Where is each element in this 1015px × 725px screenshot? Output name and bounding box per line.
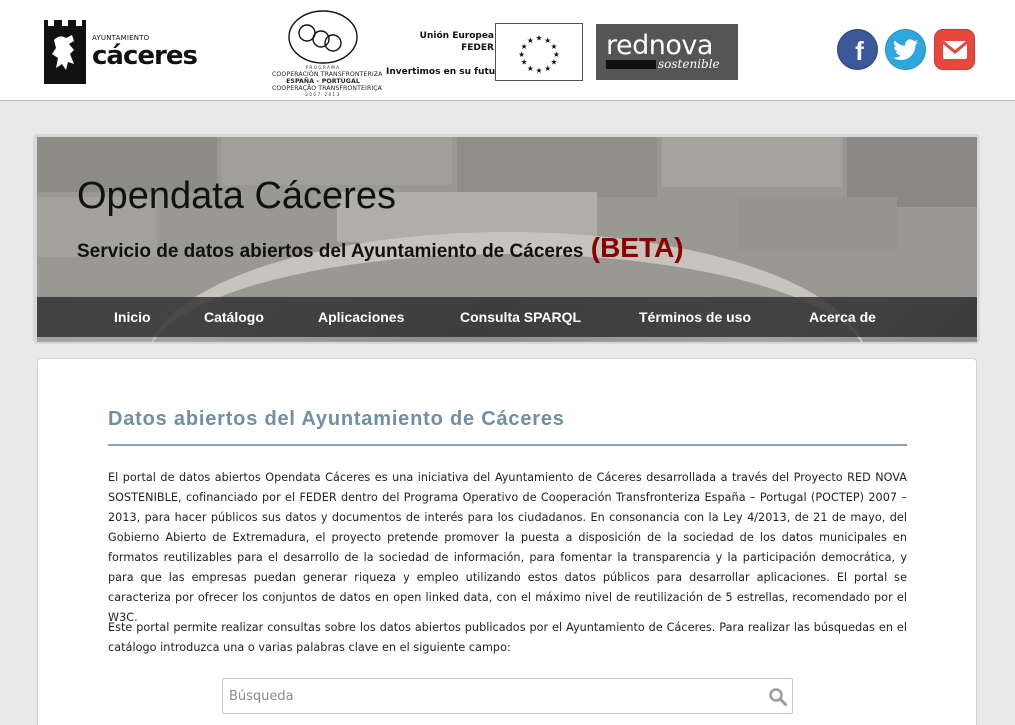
nav-item-aplicaciones[interactable]: Aplicaciones: [318, 297, 404, 337]
poctep-years: 2007-2013: [305, 92, 341, 97]
eu-line2: FEDER: [461, 43, 494, 53]
main-nav: Inicio Catálogo Aplicaciones Consulta SP…: [37, 297, 977, 337]
poctep-line1: COOPERACIÓN TRANSFRONTERIZA: [272, 71, 383, 78]
hero-banner: Opendata Cáceres Servicio de datos abier…: [37, 137, 977, 342]
envelope-icon: [935, 30, 974, 69]
nav-item-catalogo[interactable]: Catálogo: [204, 297, 264, 337]
rednova-sostenible-logo[interactable]: rednova sostenible: [596, 24, 738, 80]
caceres-shield-icon: [44, 20, 86, 84]
svg-text:★: ★: [527, 36, 534, 45]
facebook-glyph: f: [855, 36, 864, 66]
svg-text:★: ★: [518, 50, 525, 59]
heading-rule: [108, 444, 907, 446]
eu-text-block: Unión Europea FEDER: [420, 30, 494, 54]
intro-paragraph: El portal de datos abiertos Opendata Các…: [108, 471, 907, 624]
top-header: AYUNTAMIENTO cáceres PROGRAMA COOPERACIÓ…: [0, 0, 1015, 101]
subtitle-text: Servicio de datos abiertos del Ayuntamie…: [77, 241, 584, 262]
page-heading: Datos abiertos del Ayuntamiento de Cácer…: [108, 408, 565, 430]
nav-item-inicio[interactable]: Inicio: [114, 297, 151, 337]
nav-item-terminos-de-uso[interactable]: Términos de uso: [639, 297, 751, 337]
poctep-logo[interactable]: PROGRAMA COOPERACIÓN TRANSFRONTERIZA ESP…: [272, 9, 383, 101]
union-europea-logo[interactable]: Unión Europea FEDER Invertimos en su fut…: [386, 23, 586, 81]
email-icon[interactable]: [934, 29, 975, 70]
search-instructions: Este portal permite realizar consultas s…: [108, 621, 907, 654]
nav-item-consulta-sparql[interactable]: Consulta SPARQL: [460, 297, 581, 337]
site-title: Opendata Cáceres: [77, 175, 396, 217]
twitter-bird-icon: [886, 30, 925, 69]
svg-text:★: ★: [536, 66, 543, 75]
svg-text:★: ★: [544, 64, 551, 73]
nav-item-acerca-de[interactable]: Acerca de: [809, 297, 876, 337]
facebook-icon[interactable]: f: [837, 29, 878, 70]
search-box: [222, 678, 793, 714]
eu-line1: Unión Europea: [419, 31, 494, 41]
beta-badge: (BETA): [590, 232, 684, 263]
ayuntamiento-caceres-logo[interactable]: AYUNTAMIENTO cáceres: [44, 19, 198, 85]
search-icon[interactable]: [768, 687, 788, 707]
svg-text:★: ★: [536, 33, 543, 42]
poctep-line2: ESPAÑA – PORTUGAL: [286, 78, 360, 85]
rednova-bar: [606, 60, 656, 69]
svg-text:★: ★: [551, 58, 558, 67]
eu-line3: Invertimos en su futuro: [386, 67, 506, 77]
twitter-icon[interactable]: [885, 29, 926, 70]
poctep-line3: COOPERAÇÃO TRANSFRONTEIRIÇA: [272, 85, 383, 92]
eu-flag-icon: ★ ★ ★ ★ ★ ★ ★ ★ ★ ★ ★ ★: [495, 23, 583, 81]
main-content: Datos abiertos del Ayuntamiento de Cácer…: [37, 358, 977, 725]
poctep-circles-icon: [288, 10, 358, 64]
svg-text:★: ★: [521, 58, 528, 67]
site-subtitle: Servicio de datos abiertos del Ayuntamie…: [77, 232, 684, 264]
svg-text:★: ★: [527, 64, 534, 73]
logo-big-text: cáceres: [92, 41, 198, 71]
search-input[interactable]: [223, 679, 753, 713]
rednova-sub: sostenible: [658, 57, 720, 71]
